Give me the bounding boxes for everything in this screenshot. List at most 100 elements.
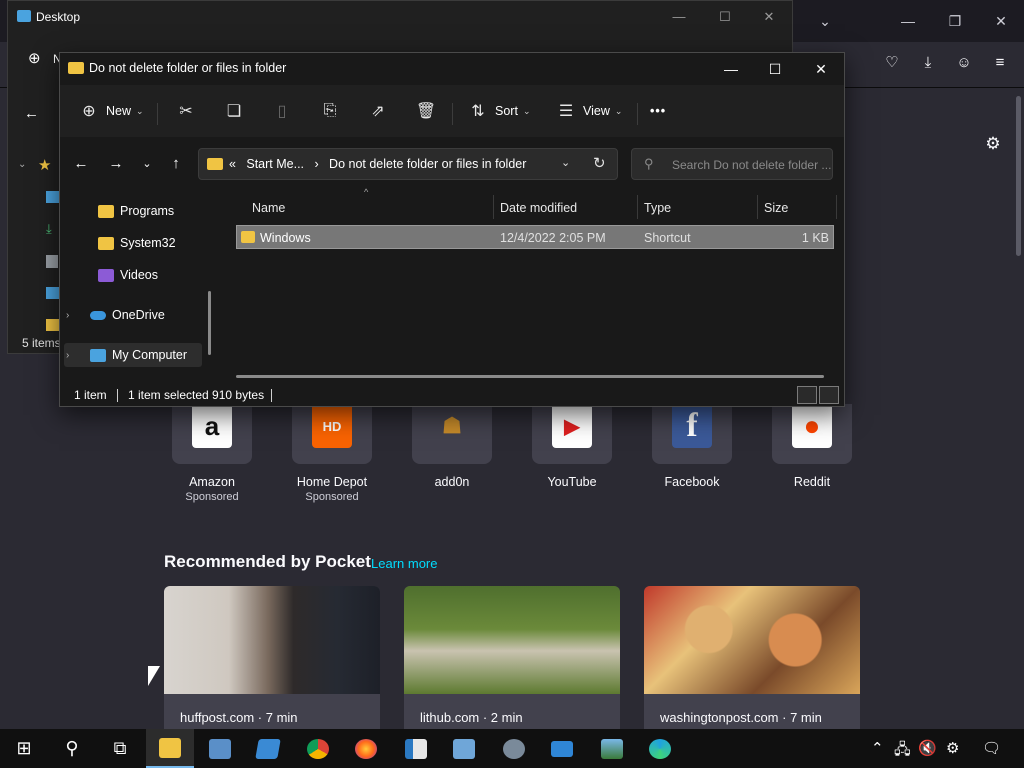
edge-icon <box>649 738 671 759</box>
file-explorer-window[interactable]: Do not delete folder or files in folder … <box>59 52 845 407</box>
search-box[interactable]: ⚲ Search Do not delete folder ... <box>631 148 833 180</box>
task-view-icon[interactable]: ⧉ <box>96 729 144 768</box>
recent-locations-icon[interactable]: ⌄ <box>135 153 159 175</box>
close-icon[interactable]: ✕ <box>754 5 784 29</box>
breadcrumb-current[interactable]: Do not delete folder or files in folder <box>329 157 526 171</box>
folder-icon <box>98 204 114 218</box>
maximize-icon[interactable]: ☐ <box>710 5 740 29</box>
control-panel-taskbar-icon[interactable] <box>440 729 488 768</box>
search-icon[interactable]: ⚲ <box>48 729 96 768</box>
sort-button[interactable]: ⇅ Sort ⌄ <box>467 95 530 127</box>
settings-taskbar-icon[interactable] <box>490 729 538 768</box>
paste-button[interactable]: ▯ <box>271 95 293 127</box>
address-bar[interactable]: « Start Me... › Do not delete folder or … <box>198 148 618 180</box>
app-icon <box>255 738 281 759</box>
document-taskbar-icon[interactable] <box>392 729 440 768</box>
breadcrumb-separator: › <box>314 157 319 171</box>
share-button[interactable]: ⇗ <box>367 95 389 127</box>
forward-icon[interactable]: → <box>104 153 128 175</box>
pocket-card[interactable]: washingtonpost.com · 7 min <box>644 586 860 729</box>
list-all-tabs-icon[interactable]: ⌄ <box>810 8 840 34</box>
column-divider[interactable] <box>493 195 494 219</box>
rename-button[interactable]: ⎘ <box>319 95 341 127</box>
account-icon[interactable]: ☺ <box>952 51 976 75</box>
pocket-icon[interactable]: ♡ <box>880 51 904 75</box>
column-header-type[interactable]: Type <box>644 201 671 215</box>
horizontal-scrollbar[interactable] <box>236 375 824 378</box>
shortcut-reddit[interactable]: ● Reddit <box>756 404 852 514</box>
downloads-icon[interactable]: ⤓ <box>916 51 940 75</box>
search-input[interactable]: Search Do not delete folder ... <box>672 158 831 172</box>
tree-item-system32[interactable]: System32 <box>98 231 176 255</box>
shortcut-facebook[interactable]: f Facebook <box>636 404 732 514</box>
add0n-logo-icon: ☗ <box>442 413 462 438</box>
new-button[interactable]: ⊕ New ⌄ <box>78 95 143 127</box>
clipboard-icon: ▯ <box>277 103 287 120</box>
copy-button[interactable]: ❏ <box>223 95 245 127</box>
close-icon[interactable]: ✕ <box>798 55 844 83</box>
chrome-taskbar-icon[interactable] <box>294 729 342 768</box>
large-icons-view-icon[interactable] <box>819 386 839 404</box>
new-icon[interactable]: ⊕ <box>28 49 41 67</box>
chevron-up-icon[interactable]: ⌃ <box>871 739 884 757</box>
minimize-icon[interactable]: — <box>664 5 694 29</box>
column-divider[interactable] <box>757 195 758 219</box>
table-row[interactable]: Windows 12/4/2022 2:05 PM Shortcut 1 KB <box>236 225 834 249</box>
chevron-down-icon[interactable]: ⌄ <box>18 159 26 170</box>
sort-ascending-icon: ^ <box>364 187 369 197</box>
column-header-size[interactable]: Size <box>764 201 788 215</box>
shortcut-home-depot[interactable]: HD Home Depot Sponsored <box>276 404 372 514</box>
notification-icon[interactable]: 🗨 <box>982 739 1001 757</box>
tree-item-onedrive[interactable]: › OneDrive <box>66 303 165 327</box>
shortcut-youtube[interactable]: ▶ YouTube <box>516 404 612 514</box>
gear-icon[interactable]: ⚙ <box>981 132 1005 156</box>
pocket-card[interactable]: lithub.com · 2 min <box>404 586 620 729</box>
chevron-right-icon[interactable]: › <box>66 350 69 361</box>
tree-item-my-computer[interactable]: › My Computer <box>66 343 187 367</box>
shortcut-add0n[interactable]: ☗ add0n <box>396 404 492 514</box>
maximize-icon[interactable]: ☐ <box>752 55 798 83</box>
breadcrumb-overflow[interactable]: « <box>229 157 236 171</box>
column-divider[interactable] <box>637 195 638 219</box>
chevron-down-icon[interactable]: ⌄ <box>561 156 570 169</box>
network-icon[interactable]: 🖧 <box>894 739 911 764</box>
details-view-icon[interactable] <box>797 386 817 404</box>
refresh-icon[interactable]: ↻ <box>593 154 606 172</box>
tree-item-programs[interactable]: Programs <box>98 199 174 223</box>
file-explorer-taskbar-icon[interactable] <box>146 729 194 768</box>
tree-item-videos[interactable]: Videos <box>98 263 158 287</box>
navigation-scrollbar[interactable] <box>208 291 211 355</box>
pocket-learn-more-link[interactable]: Learn more <box>371 556 437 571</box>
app-taskbar-icon[interactable] <box>244 729 292 768</box>
see-more-button[interactable]: ••• <box>650 95 666 127</box>
column-header-date[interactable]: Date modified <box>500 201 577 215</box>
photos-taskbar-icon[interactable] <box>196 729 244 768</box>
menu-icon[interactable]: ≡ <box>988 51 1012 75</box>
breadcrumb-start-menu[interactable]: Start Me... <box>246 157 304 171</box>
monitor-taskbar-icon[interactable] <box>538 729 586 768</box>
gear-icon[interactable]: ⚙ <box>946 739 959 757</box>
shortcut-amazon[interactable]: a Amazon Sponsored <box>156 404 252 514</box>
firefox-taskbar-icon[interactable] <box>342 729 390 768</box>
view-button[interactable]: ☰ View ⌄ <box>555 95 623 127</box>
image-taskbar-icon[interactable] <box>588 729 636 768</box>
folder-icon <box>98 236 114 250</box>
minimize-icon[interactable]: — <box>893 8 923 34</box>
column-divider[interactable] <box>836 195 837 219</box>
delete-button[interactable]: 🗑 <box>415 95 437 127</box>
windows-start-icon[interactable]: ⊞ <box>0 729 48 768</box>
edge-taskbar-icon[interactable] <box>636 729 684 768</box>
column-header-name[interactable]: Name <box>252 201 285 215</box>
up-icon[interactable]: ↑ <box>164 153 188 175</box>
volume-muted-icon[interactable]: 🔇 <box>918 739 937 757</box>
back-icon[interactable]: ← <box>69 153 93 175</box>
page-scrollbar[interactable] <box>1016 96 1021 256</box>
restore-icon[interactable]: ❐ <box>940 8 970 34</box>
cut-button[interactable]: ✂ <box>175 95 197 127</box>
chevron-right-icon[interactable]: › <box>66 310 69 321</box>
back-icon[interactable]: ← <box>24 105 39 122</box>
minimize-icon[interactable]: — <box>708 55 754 83</box>
close-icon[interactable]: ✕ <box>986 8 1016 34</box>
pocket-card[interactable]: huffpost.com · 7 min <box>164 586 380 729</box>
chrome-icon <box>307 738 329 759</box>
